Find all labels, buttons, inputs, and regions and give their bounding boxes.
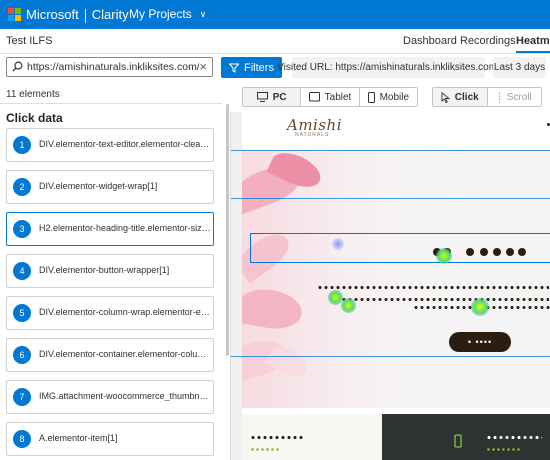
tab-dashboard[interactable]: Dashboard [403,35,457,47]
click-heat-spot [436,248,452,264]
device-tablet-button[interactable]: Tablet [301,88,360,106]
selected-element-outline [250,233,550,263]
list-item[interactable]: 4 DIV.elementor-button-wrapper[1] [6,254,214,288]
mode-click-label: Click [454,91,479,103]
list-item[interactable]: 8 A.elementor-item[1] [6,422,214,456]
rank-badge: 5 [13,304,31,322]
hero-heading-dot [506,248,514,256]
cursor-icon [441,91,450,103]
tab-heatmaps[interactable]: Heatmaps [516,35,550,53]
top-bar: Microsoft Clarity My Projects ∨ [0,0,550,29]
click-heat-spot [341,298,356,313]
rank-badge: 8 [13,430,31,448]
element-selector: IMG.attachment-woocommerce_thumbnail... [39,391,211,401]
flower-petal [242,284,305,334]
element-selector: DIV.elementor-text-editor.elementor-clea… [39,139,211,149]
heatmap-mode-toggle: Click Scroll [432,87,542,107]
element-selector: DIV.elementor-column-wrap.elementor-ele.… [39,307,211,317]
tablet-icon [308,92,320,102]
device-mobile-label: Mobile [379,91,410,103]
rank-badge: 1 [13,136,31,154]
device-mobile-button[interactable]: Mobile [360,88,417,106]
hero-text-line [317,286,549,289]
rank-badge: 3 [13,220,31,238]
chevron-down-icon: ∨ [199,9,207,19]
my-projects-menu[interactable]: My Projects ∨ [129,7,206,21]
click-heat-spot [332,238,344,250]
url-search-box[interactable]: × [6,57,213,77]
app-brand[interactable]: Microsoft Clarity [26,7,129,23]
list-item[interactable]: 5 DIV.elementor-column-wrap.elementor-el… [6,296,214,330]
product-section-right [382,414,550,460]
product-text-line [486,448,520,451]
clear-icon[interactable]: × [199,59,207,74]
list-item[interactable]: 2 DIV.elementor-widget-wrap[1] [6,170,214,204]
product-text-line [486,436,542,439]
date-range-chip[interactable]: Last 3 days [493,57,546,78]
element-selector: H2.elementor-heading-title.elementor-siz… [39,223,211,233]
brand-separator [84,8,86,23]
rank-badge: 4 [13,262,31,280]
hero-heading-dot [493,248,501,256]
device-pc-label: PC [272,91,287,103]
project-name: Test ILFS [6,35,53,47]
leaf-icon [454,434,462,448]
project-header: Test ILFS Dashboard Recordings Heatmaps [0,29,550,54]
element-count: 11 elements [6,89,60,100]
heatmap-preview[interactable]: Amishi NATURALS • •••• [230,112,550,460]
rank-badge: 2 [13,178,31,196]
element-outline [231,356,550,357]
filters-button[interactable]: Filters [221,57,282,78]
mobile-icon [367,91,375,103]
element-selector: DIV.elementor-container.elementor-column… [39,349,211,359]
hero-heading-dot [466,248,474,256]
preview-scroll-track [231,112,242,460]
element-selector: DIV.elementor-widget-wrap[1] [39,181,158,191]
mode-click-button[interactable]: Click [433,88,488,106]
site-logo: Amishi NATURALS [287,116,349,146]
visited-url-chip[interactable]: Visited URL: https://amishinaturals.inkl… [277,57,500,78]
scroll-icon [498,92,500,102]
list-item-selected[interactable]: 3 H2.elementor-heading-title.elementor-s… [6,212,214,246]
product-name: Clarity [91,7,129,22]
url-search-input[interactable] [27,60,199,74]
hero-text-line [329,298,549,301]
search-icon [12,61,23,72]
product-text-line [250,448,280,451]
device-toggle-group: PC Tablet Mobile [242,87,418,107]
microsoft-logo-icon [8,8,21,21]
filters-label: Filters [244,61,274,74]
rank-badge: 7 [13,388,31,406]
brand-name: Microsoft [26,7,79,22]
my-projects-label: My Projects [129,7,192,21]
list-item[interactable]: 1 DIV.elementor-text-editor.elementor-cl… [6,128,214,162]
hero-heading-dot [480,248,488,256]
monitor-icon [256,92,268,102]
filter-icon [229,63,240,73]
element-outline [231,150,550,151]
product-section-left [242,414,382,460]
click-data-title: Click data [6,111,63,125]
device-pc-button[interactable]: PC [243,88,302,106]
hero-banner [242,150,550,408]
list-item[interactable]: 6 DIV.elementor-container.elementor-colu… [6,338,214,372]
element-outline [231,198,550,199]
panel-scrollbar[interactable] [226,104,229,356]
device-tablet-label: Tablet [324,91,352,103]
mode-scroll-button[interactable]: Scroll [488,88,542,106]
hero-heading-dot [518,248,526,256]
hero-cta-button[interactable]: • •••• [449,332,511,352]
tab-recordings[interactable]: Recordings [460,35,516,47]
product-text-line [250,436,304,439]
rank-badge: 6 [13,346,31,364]
list-item[interactable]: 7 IMG.attachment-woocommerce_thumbnail..… [6,380,214,414]
click-heat-spot [471,298,489,316]
mode-scroll-label: Scroll [506,91,532,103]
element-selector: A.elementor-item[1] [39,433,118,443]
panel-divider [0,103,222,104]
element-selector: DIV.elementor-button-wrapper[1] [39,265,170,275]
